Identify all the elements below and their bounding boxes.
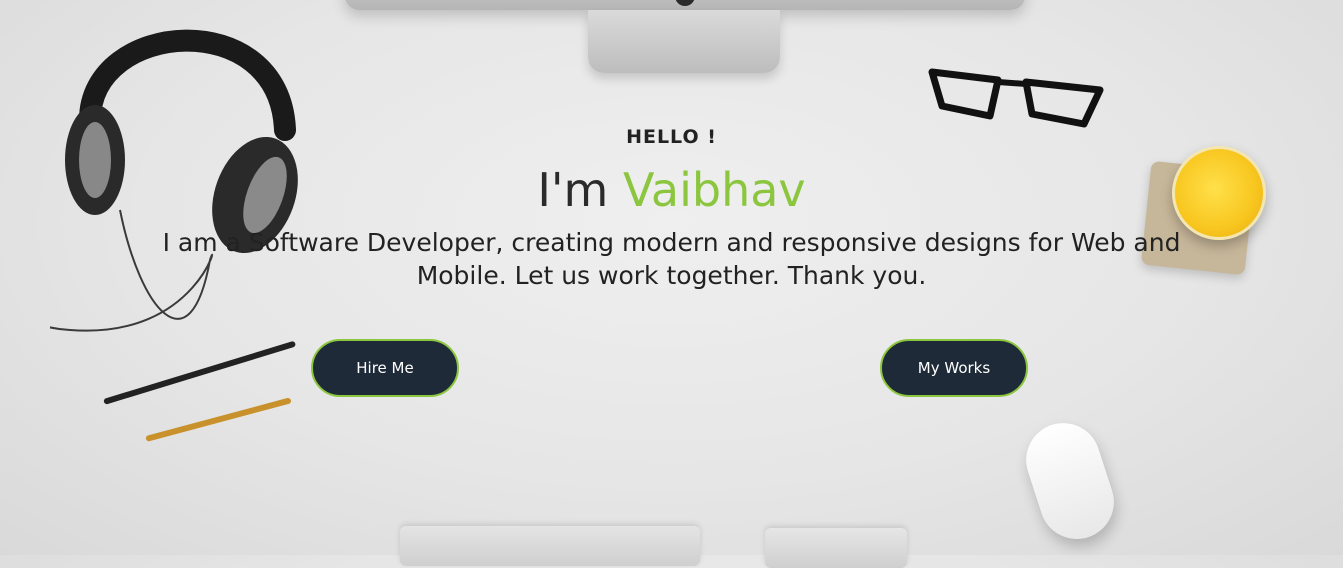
headline-prefix: I'm [537,163,623,217]
trackpad-icon [765,528,907,568]
mouse-icon [1016,413,1124,549]
pencil-icon [145,397,292,442]
glasses-icon [928,68,1104,128]
hire-me-button[interactable]: Hire Me [311,339,459,397]
greeting-text: HELLO ! [626,126,717,148]
keyboard-icon [400,526,700,566]
hero-section: HELLO ! I'm Vaibhav I am a Software Deve… [0,0,1343,568]
monitor-stand-icon [588,10,780,73]
tagline-text: I am a Software Developer, creating mode… [162,228,1181,290]
headline-name: Vaibhav [623,163,806,217]
headline: I'm Vaibhav [0,160,1343,220]
my-works-button[interactable]: My Works [880,339,1028,397]
